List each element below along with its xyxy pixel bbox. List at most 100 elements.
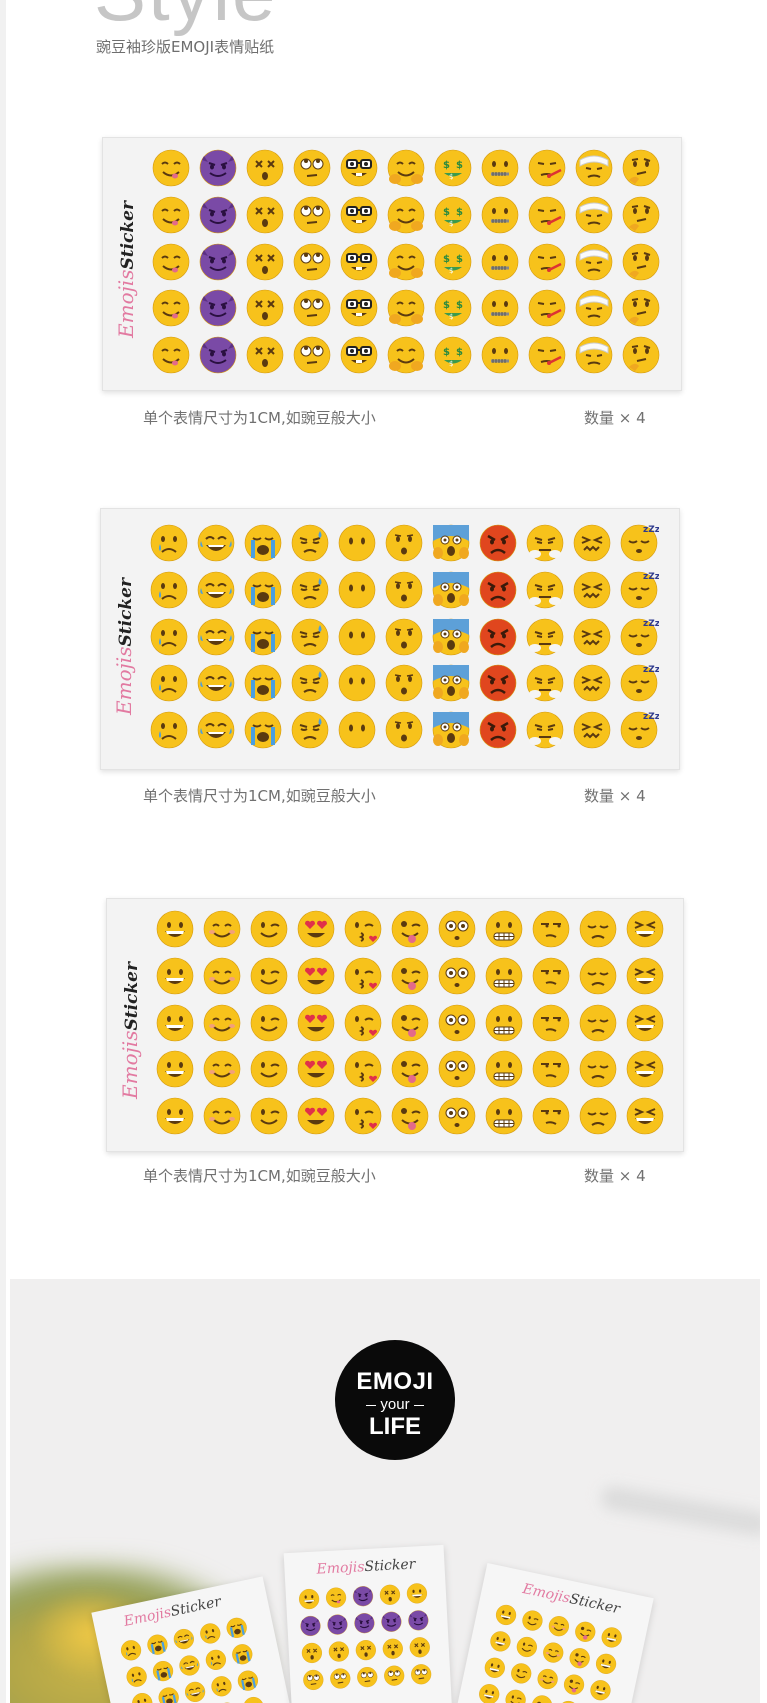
angry-red-icon <box>478 570 518 610</box>
svg-text:zZz: zZz <box>643 572 659 582</box>
grimacing-icon <box>484 909 524 949</box>
laughing-tears-icon <box>196 570 236 610</box>
svg-text:zZz: zZz <box>643 665 659 675</box>
screaming-fear-icon <box>431 617 471 657</box>
dizzy-face-icon <box>378 1583 406 1611</box>
emoji-your-life-badge: EMOJI your LIFE <box>335 1340 455 1460</box>
smile-tongue-icon <box>151 148 191 188</box>
hugging-icon <box>386 242 426 282</box>
angry-red-icon <box>478 710 518 750</box>
dizzy-face-icon <box>327 1640 355 1668</box>
sobbing-icon <box>243 710 283 750</box>
crying-tear-icon <box>149 663 189 703</box>
sobbing-icon <box>243 663 283 703</box>
flushed-icon <box>437 956 477 996</box>
kiss-heart-icon <box>343 1096 383 1136</box>
crying-tear-icon <box>149 710 189 750</box>
rolling-eyes-icon <box>383 1664 411 1692</box>
grimacing-icon <box>484 1003 524 1043</box>
zipper-mouth-icon <box>480 242 520 282</box>
thinking-icon <box>621 148 661 188</box>
svg-text:$: $ <box>449 313 453 321</box>
blushing-smile-icon <box>202 956 242 996</box>
hushed-icon <box>384 710 424 750</box>
sobbing-icon <box>243 570 283 610</box>
smile-tongue-icon <box>324 1586 352 1614</box>
thermometer-face-icon <box>527 195 567 235</box>
heart-eyes-icon <box>296 1049 336 1089</box>
rolling-eyes-icon <box>292 242 332 282</box>
thinking-icon <box>621 335 661 375</box>
heart-eyes-icon <box>296 909 336 949</box>
svg-text:$: $ <box>443 160 450 171</box>
sheet-quantity: 数量 × 4 <box>584 409 646 427</box>
angry-red-icon <box>478 523 518 563</box>
crying-tear-icon <box>149 523 189 563</box>
hushed-icon <box>384 523 424 563</box>
blushing-smile-icon <box>202 1096 242 1136</box>
sleeping-zzz-icon: zZz <box>619 617 659 657</box>
sad-sweat-icon <box>290 570 330 610</box>
steam-nose-icon <box>525 523 565 563</box>
devil-icon <box>407 1609 435 1637</box>
bandage-face-icon <box>574 288 614 328</box>
badge-text-mid: your <box>335 1396 455 1413</box>
disappointed-icon <box>578 909 618 949</box>
dizzy-face-icon <box>381 1637 409 1665</box>
sheet-brand-label: EmojisSticker <box>113 899 149 1151</box>
svg-text:EmojisSticker: EmojisSticker <box>114 200 138 339</box>
badge-text-bottom: LIFE <box>369 1413 421 1440</box>
devil-icon <box>198 335 238 375</box>
squinting-laugh-icon <box>625 956 665 996</box>
svg-text:$: $ <box>443 207 450 218</box>
screaming-fear-icon <box>431 570 471 610</box>
devil-icon <box>380 1610 408 1638</box>
screaming-fear-icon <box>431 523 471 563</box>
grimacing-icon <box>484 1096 524 1136</box>
svg-text:zZz: zZz <box>643 525 659 535</box>
winking-icon <box>249 909 289 949</box>
devil-icon <box>198 195 238 235</box>
sheet-quantity: 数量 × 4 <box>584 1167 646 1185</box>
blurred-background-object <box>599 1484 760 1538</box>
devil-icon <box>198 148 238 188</box>
rolling-eyes-icon <box>292 195 332 235</box>
screaming-fear-icon <box>431 663 471 703</box>
dizzy-face-icon <box>408 1635 436 1663</box>
thermometer-face-icon <box>527 335 567 375</box>
sheet-caption: 单个表情尺寸为1CM,如豌豆般大小 <box>143 787 376 805</box>
nerd-glasses-icon <box>339 148 379 188</box>
devil-icon <box>198 242 238 282</box>
thinking-icon <box>621 242 661 282</box>
emoji-grid <box>155 909 672 1143</box>
svg-text:$: $ <box>449 173 453 181</box>
disappointed-icon <box>578 1096 618 1136</box>
steam-nose-icon <box>525 617 565 657</box>
smile-tongue-icon <box>151 288 191 328</box>
nerd-glasses-icon <box>339 335 379 375</box>
blushing-smile-icon <box>202 1049 242 1089</box>
smile-tongue-icon <box>151 195 191 235</box>
no-mouth-icon <box>337 570 377 610</box>
svg-text:$: $ <box>443 254 450 265</box>
svg-text:$: $ <box>456 347 463 358</box>
heart-eyes-icon <box>296 1096 336 1136</box>
money-mouth-icon: $ $ $ <box>433 148 473 188</box>
svg-text:$: $ <box>456 254 463 265</box>
rolling-eyes-icon <box>329 1667 357 1695</box>
sheet-caption: 单个表情尺寸为1CM,如豌豆般大小 <box>143 409 376 427</box>
disappointed-icon <box>578 1003 618 1043</box>
sleeping-zzz-icon: zZz <box>619 710 659 750</box>
tongue-wink-icon <box>390 1096 430 1136</box>
hugging-icon <box>386 148 426 188</box>
confounded-icon <box>572 710 612 750</box>
unamused-icon <box>531 1049 571 1089</box>
flushed-icon <box>437 909 477 949</box>
laughing-tears-icon <box>196 617 236 657</box>
svg-text:$: $ <box>449 360 453 368</box>
hugging-icon <box>386 335 426 375</box>
sleeping-zzz-icon: zZz <box>619 523 659 563</box>
bandage-face-icon <box>574 195 614 235</box>
dizzy-face-icon <box>245 195 285 235</box>
grinning-icon <box>155 956 195 996</box>
